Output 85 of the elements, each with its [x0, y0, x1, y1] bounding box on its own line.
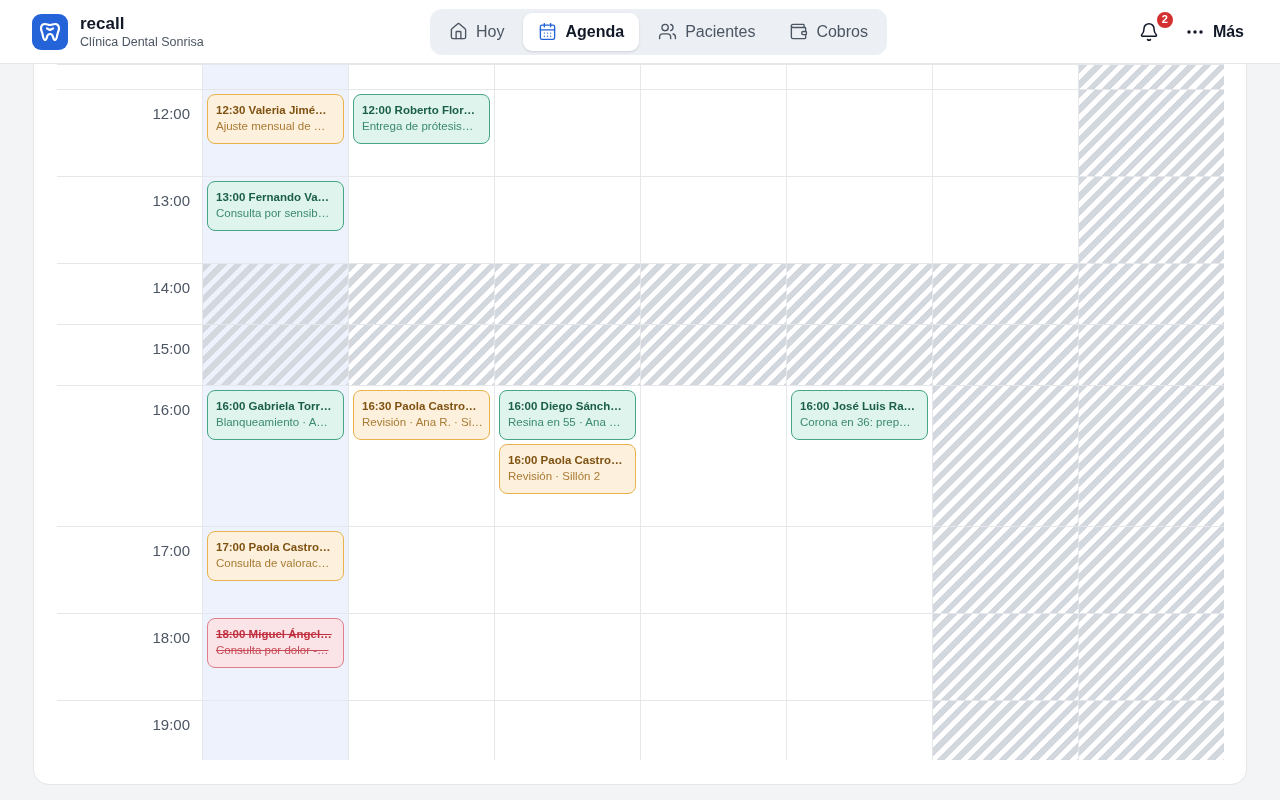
appointment-title: 13:00 Fernando Va…	[216, 190, 331, 205]
appointment-detail: Blanqueamiento · A…	[216, 415, 329, 430]
appointment-detail: Ajuste mensual de …	[216, 119, 327, 134]
appointment-detail: Corona en 36: prep…	[800, 415, 912, 430]
blocked-slot[interactable]	[1079, 64, 1224, 89]
blocked-slot[interactable]	[933, 324, 1078, 385]
time-label: 17:00	[152, 541, 190, 560]
blocked-slot[interactable]	[1079, 385, 1224, 526]
appointment-title: 16:00 Diego Sánch…	[508, 399, 623, 414]
blocked-slot[interactable]	[203, 324, 348, 385]
blocked-slot[interactable]	[1079, 613, 1224, 700]
time-label: 13:00	[152, 191, 190, 210]
appointment-card[interactable]: 16:00 Gabriela Torr… Blanqueamiento · A…	[207, 390, 344, 440]
nav-tab[interactable]: Agenda	[523, 12, 640, 51]
appointment-card[interactable]: 16:00 José Luis Ra… Corona en 36: prep…	[791, 390, 928, 440]
appointment-title: 16:00 José Luis Ra…	[800, 399, 917, 414]
blocked-slot[interactable]	[495, 324, 640, 385]
appointment-title: 12:30 Valeria Jimé…	[216, 103, 328, 118]
time-label: 12:00	[152, 104, 190, 123]
appointment-card[interactable]: 17:00 Paola Castro… Consulta de valorac…	[207, 531, 344, 581]
appointment-title: 17:00 Paola Castro…	[216, 540, 332, 555]
appointment-card[interactable]: 12:00 Roberto Flor… Entrega de prótesis…	[353, 94, 490, 144]
appointment-detail: Revisión · Ana R. · Si…	[362, 415, 481, 430]
appointment-title: 16:00 Paola Castro…	[508, 453, 624, 468]
time-label: 15:00	[152, 339, 190, 358]
blocked-slot[interactable]	[1079, 176, 1224, 263]
appointment-card[interactable]: 18:00 Miguel Ángel… Consulta por dolor -…	[207, 618, 344, 668]
notification-badge: 2	[1154, 9, 1175, 30]
blocked-slot[interactable]	[933, 263, 1078, 324]
more-button[interactable]: Más	[1182, 15, 1248, 48]
calendar-slot[interactable]: 12:30 Valeria Jimé… Ajuste mensual de …	[203, 89, 348, 176]
nav-tab[interactable]: Pacientes	[643, 12, 771, 51]
calendar-slot[interactable]: 16:00 Gabriela Torr… Blanqueamiento · A…	[203, 385, 348, 526]
appointment-detail: Consulta por dolor -…	[216, 643, 330, 658]
blocked-slot[interactable]	[787, 324, 932, 385]
blocked-slot[interactable]	[933, 613, 1078, 700]
blocked-slot[interactable]	[933, 526, 1078, 613]
appointment-detail: Resina en 55 · Ana …	[508, 415, 622, 430]
blocked-slot[interactable]	[203, 263, 348, 324]
time-label: 18:00	[152, 628, 190, 647]
more-icon	[1186, 29, 1203, 34]
blocked-slot[interactable]	[349, 263, 494, 324]
appointment-title: 12:00 Roberto Flor…	[362, 103, 477, 118]
appointment-card[interactable]: 16:30 Paola Castro… Revisión · Ana R. · Si…	[353, 390, 490, 440]
blocked-slot[interactable]	[641, 263, 786, 324]
calendar-slot[interactable]: 16:30 Paola Castro… Revisión · Ana R. · Si…	[349, 385, 494, 526]
nav-tab[interactable]: Cobros	[774, 12, 883, 51]
time-label: 14:00	[152, 278, 190, 297]
calendar-slot[interactable]: 16:00 Diego Sánch… Resina en 55 · Ana … 16:00 Paola Castro… Revisión · Sillón 2	[495, 385, 640, 526]
users-icon	[658, 22, 678, 41]
blocked-slot[interactable]	[641, 324, 786, 385]
blocked-slot[interactable]	[495, 263, 640, 324]
blocked-slot[interactable]	[1079, 526, 1224, 613]
appointment-card[interactable]: 12:30 Valeria Jimé… Ajuste mensual de …	[207, 94, 344, 144]
calendar-slot[interactable]: 16:00 José Luis Ra… Corona en 36: prep…	[787, 385, 932, 526]
time-label: 16:00	[152, 400, 190, 419]
blocked-slot[interactable]	[1079, 324, 1224, 385]
blocked-slot[interactable]	[787, 263, 932, 324]
bell-icon	[1138, 21, 1159, 42]
clinic-name: Clínica Dental Sonrisa	[80, 33, 204, 50]
time-label: 19:00	[152, 715, 190, 734]
brand-name: recall	[80, 13, 126, 34]
calendar-slot[interactable]: 18:00 Miguel Ángel… Consulta por dolor -…	[203, 613, 348, 700]
blocked-slot[interactable]	[933, 385, 1078, 526]
appointment-card[interactable]: 16:00 Paola Castro… Revisión · Sillón 2	[499, 444, 636, 494]
appointment-detail: Revisión · Sillón 2	[508, 469, 602, 484]
appointment-title: 18:00 Miguel Ángel…	[216, 627, 333, 642]
appointment-title: 16:30 Paola Castro…	[362, 399, 478, 414]
appointment-card[interactable]: 13:00 Fernando Va… Consulta por sensib…	[207, 181, 344, 231]
calendar-slot[interactable]: 17:00 Paola Castro… Consulta de valorac…	[203, 526, 348, 613]
nav-tab[interactable]: Hoy	[434, 12, 520, 51]
tooth-logo-icon	[32, 13, 68, 50]
appointment-detail: Consulta por sensib…	[216, 206, 331, 221]
appointment-title: 16:00 Gabriela Torr…	[216, 399, 333, 414]
blocked-slot[interactable]	[1079, 89, 1224, 176]
calendar-icon	[538, 22, 558, 41]
appointment-detail: Entrega de prótesis…	[362, 119, 475, 134]
blocked-slot[interactable]	[1079, 263, 1224, 324]
wallet-icon	[789, 22, 809, 41]
blocked-slot[interactable]	[349, 324, 494, 385]
calendar-slot[interactable]: 13:00 Fernando Va… Consulta por sensib…	[203, 176, 348, 263]
appointment-detail: Consulta de valorac…	[216, 556, 331, 571]
house-icon	[449, 22, 468, 41]
calendar-slot[interactable]: 12:00 Roberto Flor… Entrega de prótesis…	[349, 89, 494, 176]
appointment-card[interactable]: 16:00 Diego Sánch… Resina en 55 · Ana …	[499, 390, 636, 440]
